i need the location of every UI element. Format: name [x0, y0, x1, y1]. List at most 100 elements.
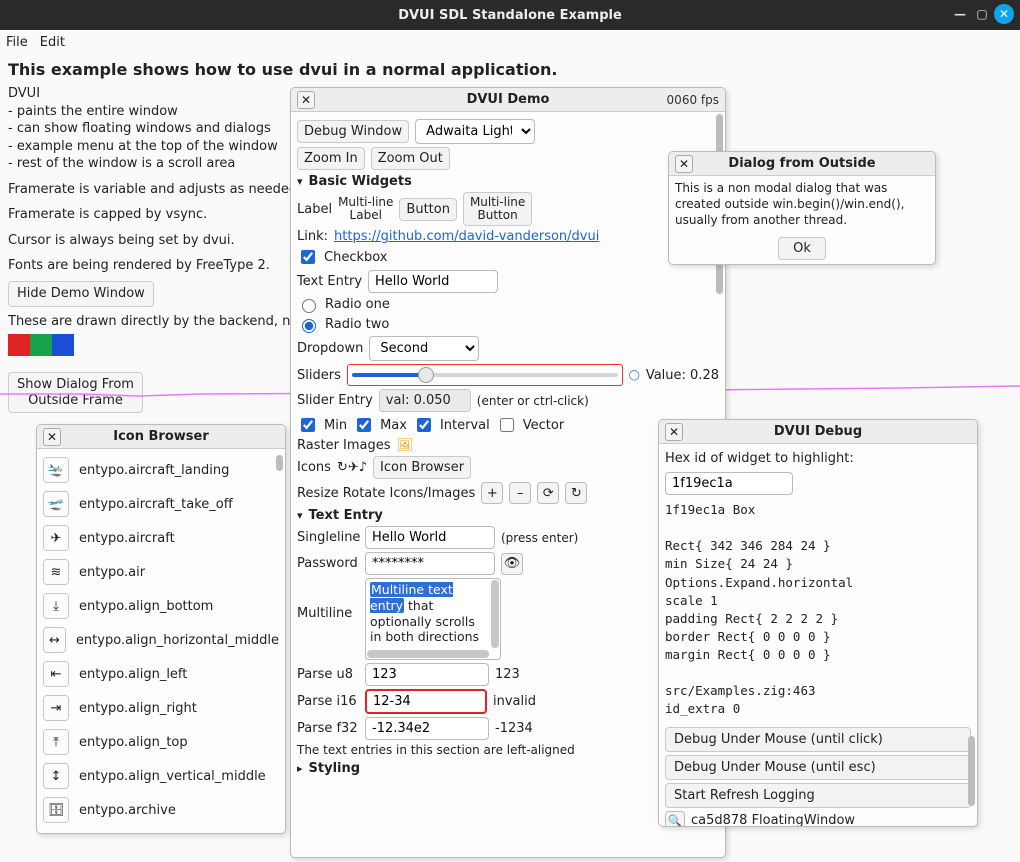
- menu-file[interactable]: File: [6, 35, 28, 50]
- debug-under-mouse-click-button[interactable]: Debug Under Mouse (until click): [665, 727, 971, 752]
- parse-u8-output: 123: [495, 667, 520, 682]
- slider-entry-value[interactable]: val: 0.050: [379, 389, 471, 412]
- slider-entry-hint: (enter or ctrl-click): [477, 394, 589, 408]
- singleline-input[interactable]: [365, 526, 495, 549]
- icon-browser-close-button[interactable]: ✕: [43, 428, 61, 446]
- icon-glyph: ✈: [43, 525, 69, 551]
- text-entry-input[interactable]: [368, 270, 498, 293]
- cb-max-label: Max: [380, 418, 407, 433]
- app-titlebar: DVUI SDL Standalone Example — ▢ ✕: [0, 0, 1020, 30]
- icon-label: entypo.aircraft_landing: [79, 463, 229, 478]
- password-toggle-icon[interactable]: 👁: [501, 553, 523, 575]
- password-input[interactable]: [365, 552, 495, 575]
- dialog-title: Dialog from Outside: [669, 156, 935, 171]
- debug-under-mouse-esc-button[interactable]: Debug Under Mouse (until esc): [665, 755, 971, 780]
- theme-select[interactable]: Adwaita Light: [415, 119, 535, 144]
- multiline-button-demo[interactable]: Multi-line Button: [463, 192, 532, 226]
- button-demo[interactable]: Button: [399, 198, 457, 221]
- parse-f32-input[interactable]: [365, 717, 489, 740]
- minimize-button[interactable]: —: [950, 4, 970, 24]
- dialog-ok-button[interactable]: Ok: [778, 237, 826, 260]
- basic-widgets-header[interactable]: Basic Widgets: [297, 174, 719, 189]
- slider[interactable]: [352, 367, 618, 383]
- icon-browser-row[interactable]: ✈entypo.aircraft: [43, 521, 279, 555]
- dropdown-label: Dropdown: [297, 341, 363, 356]
- start-refresh-logging-button[interactable]: Start Refresh Logging: [665, 783, 971, 808]
- left-aligned-note: The text entries in this section are lef…: [297, 743, 719, 757]
- parse-u8-input[interactable]: [365, 663, 489, 686]
- checkbox-demo[interactable]: [301, 250, 315, 264]
- icon-browser-row[interactable]: ↕entypo.align_vertical_middle: [43, 759, 279, 793]
- resize-minus-button[interactable]: –: [509, 482, 531, 504]
- multiline-label-demo: Multi-line Label: [338, 196, 393, 222]
- dialog-close-button[interactable]: ✕: [675, 155, 693, 173]
- maximize-button[interactable]: ▢: [972, 4, 992, 24]
- debug-item-label: ca5d878 FloatingWindow: [691, 813, 855, 826]
- icon-browser-row[interactable]: 🛬 entypo.aircraft_landing: [43, 453, 279, 487]
- slider-knob-icon[interactable]: ◯: [629, 370, 640, 381]
- parse-i16-output: invalid: [493, 694, 536, 709]
- text-entry-header2[interactable]: Text Entry: [297, 508, 719, 523]
- dialog-window[interactable]: ✕ Dialog from Outside This is a non moda…: [668, 151, 936, 265]
- slider-entry-label: Slider Entry: [297, 393, 373, 408]
- icon-browser-row[interactable]: 🗄entypo.archive: [43, 793, 279, 827]
- hex-id-input[interactable]: [665, 472, 793, 495]
- icon-browser-button[interactable]: Icon Browser: [373, 456, 471, 479]
- parse-f32-output: -1234: [495, 721, 533, 736]
- zoom-out-button[interactable]: Zoom Out: [371, 147, 450, 170]
- rotate-button[interactable]: ↻: [565, 482, 587, 504]
- resize-plus-button[interactable]: +: [481, 482, 503, 504]
- icon-label: entypo.align_vertical_middle: [79, 769, 266, 784]
- dropdown-select[interactable]: Second: [369, 336, 479, 361]
- icon-browser-window[interactable]: ✕ Icon Browser 🛬entypo.aircraft_landing🛫…: [36, 424, 286, 834]
- link-url[interactable]: https://github.com/david-vanderson/dvui: [334, 229, 599, 244]
- icon-browser-row[interactable]: ↔entypo.align_horizontal_middle: [43, 623, 279, 657]
- icon-label: entypo.air: [79, 565, 145, 580]
- debug-close-button[interactable]: ✕: [665, 423, 683, 441]
- dialog-body-text: This is a non modal dialog that was crea…: [675, 180, 929, 229]
- icon-browser-row[interactable]: ⇥entypo.align_right: [43, 691, 279, 725]
- cb-max[interactable]: [357, 418, 371, 432]
- cb-interval-label: Interval: [440, 418, 490, 433]
- debug-window-panel[interactable]: ✕ DVUI Debug Hex id of widget to highlig…: [658, 419, 978, 827]
- cb-vector[interactable]: [500, 418, 514, 432]
- icon-browser-row[interactable]: ⤓entypo.align_bottom: [43, 589, 279, 623]
- icon-glyph: ≋: [43, 559, 69, 585]
- zoom-in-button[interactable]: Zoom In: [297, 147, 365, 170]
- checkbox-label: Checkbox: [324, 250, 388, 265]
- swatch-red: [8, 334, 30, 356]
- cb-min[interactable]: [301, 418, 315, 432]
- debug-window-button[interactable]: Debug Window: [297, 120, 409, 143]
- icon-label: entypo.align_top: [79, 735, 188, 750]
- icon-glyph: 🛫: [43, 491, 69, 517]
- multiline-textarea[interactable]: Multiline text entry that optionally scr…: [365, 578, 501, 660]
- parse-f32-label: Parse f32: [297, 721, 359, 736]
- icon-browser-row[interactable]: 🛫 entypo.aircraft_take_off: [43, 487, 279, 521]
- refresh-button[interactable]: ⟳: [537, 482, 559, 504]
- menu-edit[interactable]: Edit: [40, 35, 65, 50]
- magnify-icon[interactable]: 🔍: [665, 811, 685, 827]
- styling-header[interactable]: Styling: [297, 761, 719, 776]
- close-button[interactable]: ✕: [994, 4, 1014, 24]
- parse-i16-label: Parse i16: [297, 694, 359, 709]
- icon-label: entypo.aircraft_take_off: [79, 497, 233, 512]
- icon-browser-row[interactable]: ≋ entypo.air: [43, 555, 279, 589]
- sliders-label: Sliders: [297, 368, 341, 383]
- link-label: Link:: [297, 229, 328, 244]
- debug-scrollbar[interactable]: [967, 446, 975, 824]
- radio-two[interactable]: [302, 319, 316, 333]
- cb-interval[interactable]: [417, 418, 431, 432]
- icons-label: Icons: [297, 460, 331, 475]
- icon-glyph: 🛬: [43, 457, 69, 483]
- demo-close-button[interactable]: ✕: [297, 91, 315, 109]
- icon-browser-row[interactable]: ⇤entypo.align_left: [43, 657, 279, 691]
- radio-one[interactable]: [302, 299, 316, 313]
- hide-demo-button[interactable]: Hide Demo Window: [8, 281, 154, 307]
- icon-browser-scrollbar[interactable]: [275, 451, 283, 831]
- parse-i16-input[interactable]: [365, 689, 487, 714]
- multiline-scrollbar[interactable]: [491, 580, 499, 648]
- icon-glyph: ⤒: [43, 729, 69, 755]
- multiline-hscrollbar[interactable]: [367, 650, 489, 658]
- show-dialog-button[interactable]: Show Dialog From Outside Frame: [8, 372, 143, 413]
- icon-browser-row[interactable]: ⤒ entypo.align_top: [43, 725, 279, 759]
